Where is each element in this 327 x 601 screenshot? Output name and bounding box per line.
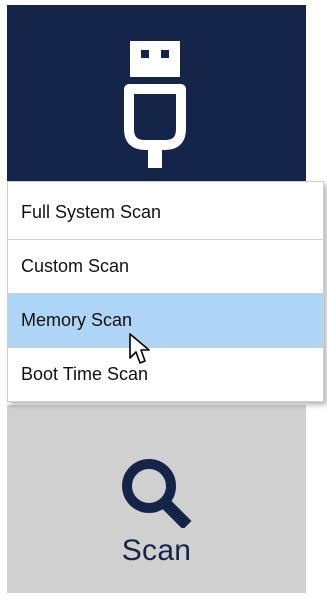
menu-item-custom-scan[interactable]: Custom Scan [8,240,323,293]
usb-scan-tile[interactable] [7,5,306,181]
scan-tile[interactable]: Scan [7,405,306,593]
menu-item-memory-scan[interactable]: Memory Scan [8,294,323,347]
menu-item-label: Full System Scan [21,202,162,222]
menu-item-label: Memory Scan [21,310,133,330]
usb-icon [124,41,186,168]
menu-item-label: Custom Scan [21,256,130,276]
scan-label: Scan [121,534,192,567]
menu-item-boot-time-scan[interactable]: Boot Time Scan [8,348,323,401]
scan-panel: Scan Full System Scan Custom Scan Memory… [0,0,327,601]
search-icon [122,459,192,528]
menu-item-full-system-scan[interactable]: Full System Scan [8,186,323,239]
scan-type-menu: Full System Scan Custom Scan Memory Scan… [7,181,324,402]
menu-item-label: Boot Time Scan [21,364,149,384]
